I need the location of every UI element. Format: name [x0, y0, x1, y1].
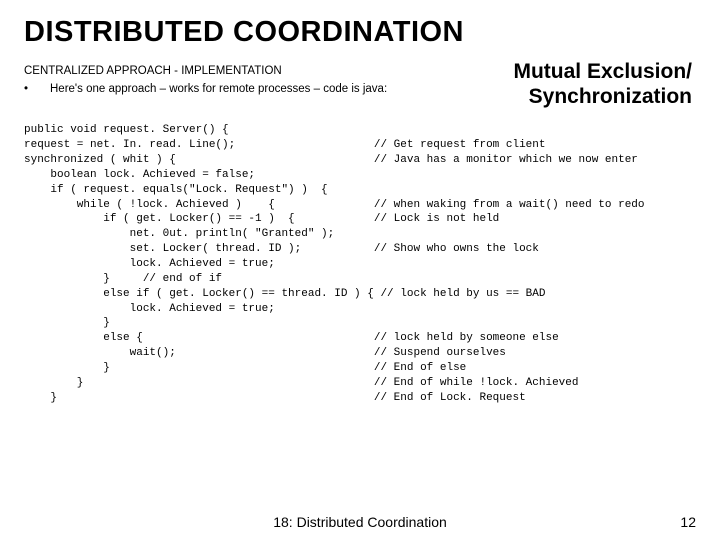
subtitle: CENTRALIZED APPROACH - IMPLEMENTATION — [24, 65, 387, 77]
topic-line-2: Synchronization — [513, 84, 692, 109]
code-block: public void request. Server() { request … — [24, 123, 696, 405]
page-title: DISTRIBUTED COORDINATION — [24, 16, 696, 49]
page-number: 12 — [680, 514, 696, 530]
footer: 18: Distributed Coordination 12 — [0, 514, 720, 530]
topic-line-1: Mutual Exclusion/ — [513, 59, 692, 84]
footer-center: 18: Distributed Coordination — [273, 514, 447, 530]
topic-heading: Mutual Exclusion/ Synchronization — [513, 59, 692, 109]
bullet-icon: • — [24, 83, 50, 95]
bullet-text: Here's one approach – works for remote p… — [50, 83, 387, 95]
header-row: CENTRALIZED APPROACH - IMPLEMENTATION • … — [24, 59, 696, 109]
slide: DISTRIBUTED COORDINATION CENTRALIZED APP… — [0, 0, 720, 540]
bullet-row: • Here's one approach – works for remote… — [24, 83, 387, 95]
subtitle-block: CENTRALIZED APPROACH - IMPLEMENTATION • … — [24, 59, 387, 95]
